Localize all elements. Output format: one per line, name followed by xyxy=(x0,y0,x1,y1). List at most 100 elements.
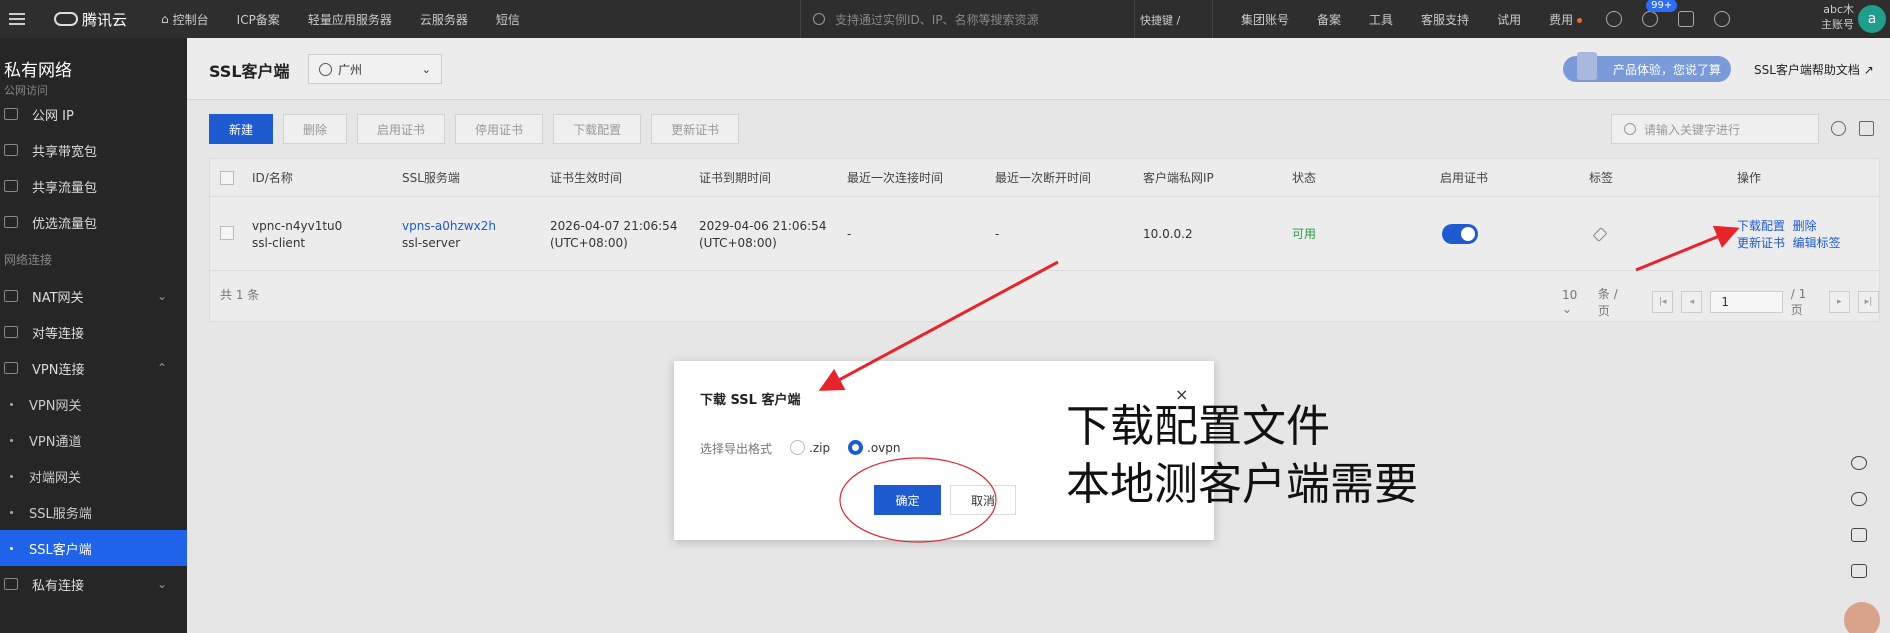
sidebar-item-eip[interactable]: 公网 IP xyxy=(0,96,187,132)
sidebar-item-vpn[interactable]: VPN连接 ⌃ xyxy=(0,350,187,386)
cart-icon[interactable] xyxy=(1678,11,1695,27)
sidebar-item-nat[interactable]: NAT网关 ⌄ xyxy=(0,278,187,314)
sidebar-item-label: 共享流量包 xyxy=(32,180,98,196)
notification-bell[interactable]: 99+ xyxy=(1632,0,1678,27)
toolbar: 新建 删除 启用证书 停用证书 下载配置 更新证书 xyxy=(209,114,740,144)
page-number-input[interactable]: 1 xyxy=(1710,291,1783,313)
sidebar-item-label: NAT网关 xyxy=(32,290,84,306)
radio-icon xyxy=(790,440,805,455)
help-doc-link[interactable]: SSL客户端帮助文档 ↗ xyxy=(1754,61,1874,78)
refresh-icon[interactable] xyxy=(1831,121,1846,136)
total-count: 共 1 条 xyxy=(220,288,260,302)
logo[interactable]: 腾讯云 xyxy=(54,9,127,30)
book-icon[interactable] xyxy=(1839,517,1879,553)
nav-lighthouse[interactable]: 轻量应用服务器 xyxy=(294,11,406,28)
sidebar-item-label: VPN通道 xyxy=(29,434,82,450)
support-icon[interactable] xyxy=(1839,445,1879,481)
table-search-input[interactable]: 请输入关键字进行 xyxy=(1611,114,1819,144)
external-link-icon: ↗ xyxy=(1863,63,1874,77)
private-link-icon xyxy=(4,578,18,590)
nav-cvm[interactable]: 云服务器 xyxy=(406,11,482,28)
radio-selected-icon xyxy=(848,440,863,455)
sidebar-item-private-link[interactable]: 私有连接 ⌄ xyxy=(0,566,187,602)
confirm-button[interactable]: 确定 xyxy=(874,485,941,515)
next-page-icon[interactable]: ▸ xyxy=(1828,291,1850,313)
nav-trial[interactable]: 试用 xyxy=(1483,11,1535,28)
sidebar-item-traffic[interactable]: 共享流量包 xyxy=(0,168,187,204)
sidebar-item-customer-gateway[interactable]: 对端网关 xyxy=(0,458,187,494)
feedback-icon xyxy=(1577,52,1597,80)
delete-link[interactable]: 删除 xyxy=(1793,219,1817,233)
end-timezone: (UTC+08:00) xyxy=(699,236,777,250)
bullet-icon xyxy=(10,438,13,442)
delete-button[interactable]: 删除 xyxy=(283,114,348,144)
sidebar-item-bandwidth[interactable]: 共享带宽包 xyxy=(0,132,187,168)
update-cert-link[interactable]: 更新证书 xyxy=(1737,236,1785,250)
theme-icon[interactable] xyxy=(1606,11,1623,27)
sidebar-title: 私有网络 xyxy=(4,61,72,81)
global-search[interactable]: 支持通过实例ID、IP、名称等搜索资源 xyxy=(800,0,1135,38)
client-id[interactable]: vpnc-n4yv1tu0 xyxy=(252,218,342,235)
download-config-button[interactable]: 下载配置 xyxy=(553,114,642,144)
sidebar-item-ssl-client[interactable]: SSL客户端 xyxy=(0,530,187,566)
assistant-avatar[interactable] xyxy=(1844,602,1880,633)
home-icon: ⌂ xyxy=(161,12,169,26)
annotation-line-2: 本地测客户端需要 xyxy=(1066,459,1418,510)
ip-icon xyxy=(4,108,18,120)
nav-icp[interactable]: ICP备案 xyxy=(223,11,294,28)
radio-zip[interactable]: .zip xyxy=(790,440,830,455)
sidebar-item-label: 对端网关 xyxy=(29,470,82,486)
nav-tools[interactable]: 工具 xyxy=(1355,11,1407,28)
tag-icon[interactable] xyxy=(1592,227,1608,242)
avatar[interactable]: a xyxy=(1858,5,1886,33)
last-page-icon[interactable]: ▸| xyxy=(1857,291,1880,313)
app-icon[interactable] xyxy=(1714,11,1731,27)
nav-billing[interactable]: 费用 xyxy=(1535,11,1596,28)
help-doc-label: SSL客户端帮助文档 xyxy=(1754,63,1860,77)
prev-page-icon[interactable]: ◂ xyxy=(1681,291,1703,313)
feedback-button[interactable]: 产品体验，您说了算 xyxy=(1563,52,1731,82)
nav-sms[interactable]: 短信 xyxy=(482,11,534,28)
feedback-message-icon[interactable] xyxy=(1839,553,1879,589)
update-cert-button[interactable]: 更新证书 xyxy=(651,114,740,144)
notice-dot xyxy=(1577,17,1583,23)
sidebar-item-vpn-gateway[interactable]: VPN网关 xyxy=(0,386,187,422)
bullet-icon xyxy=(10,474,13,478)
nav-console[interactable]: ⌂ 控制台 xyxy=(147,11,223,28)
region-select[interactable]: 广州 ⌄ xyxy=(308,54,442,84)
last-disconnect: - xyxy=(995,227,1000,241)
download-config-link[interactable]: 下载配置 xyxy=(1737,219,1785,233)
download-icon[interactable] xyxy=(1859,121,1874,136)
top-nav: ⌂ 控制台 ICP备案 轻量应用服务器 云服务器 短信 xyxy=(147,11,534,28)
annotation-text: 下载配置文件 本地测客户端需要 xyxy=(1066,398,1418,514)
select-all-checkbox[interactable] xyxy=(220,171,234,185)
radio-ovpn-label: .ovpn xyxy=(867,440,901,455)
col-ssl-server: SSL服务端 xyxy=(402,171,460,185)
sidebar-item-vpn-tunnel[interactable]: VPN通道 xyxy=(0,422,187,458)
create-button[interactable]: 新建 xyxy=(209,114,274,144)
first-page-icon[interactable]: |◂ xyxy=(1652,291,1674,313)
disable-cert-button[interactable]: 停用证书 xyxy=(455,114,544,144)
sidebar-item-peering[interactable]: 对等连接 xyxy=(0,314,187,350)
menu-icon[interactable] xyxy=(4,0,30,38)
enable-cert-button[interactable]: 启用证书 xyxy=(357,114,446,144)
col-status: 状态 xyxy=(1292,171,1317,185)
nav-group-account[interactable]: 集团账号 xyxy=(1227,11,1303,28)
page-size-select[interactable]: 10 ⌄ xyxy=(1562,288,1590,316)
nav-billing-label: 费用 xyxy=(1549,12,1574,27)
cert-toggle[interactable] xyxy=(1442,224,1478,244)
edit-tags-link[interactable]: 编辑标签 xyxy=(1793,236,1841,250)
nav-beian[interactable]: 备案 xyxy=(1303,11,1355,28)
sidebar-item-label: VPN连接 xyxy=(32,362,85,378)
account-info[interactable]: abc木 主账号 xyxy=(1800,2,1854,32)
nav-support[interactable]: 客服支持 xyxy=(1407,11,1483,28)
server-id-link[interactable]: vpns-a0hzwx2h xyxy=(402,218,496,235)
cloud-icon[interactable] xyxy=(1839,481,1879,517)
radio-ovpn[interactable]: .ovpn xyxy=(848,440,900,455)
sidebar-item-ssl-server[interactable]: SSL服务端 xyxy=(0,494,187,530)
cancel-button[interactable]: 取消 xyxy=(950,485,1016,515)
col-cert-enabled: 启用证书 xyxy=(1440,171,1489,185)
logo-text: 腾讯云 xyxy=(82,10,128,29)
row-checkbox[interactable] xyxy=(220,226,234,240)
sidebar-item-premium-traffic[interactable]: 优选流量包 xyxy=(0,204,187,240)
